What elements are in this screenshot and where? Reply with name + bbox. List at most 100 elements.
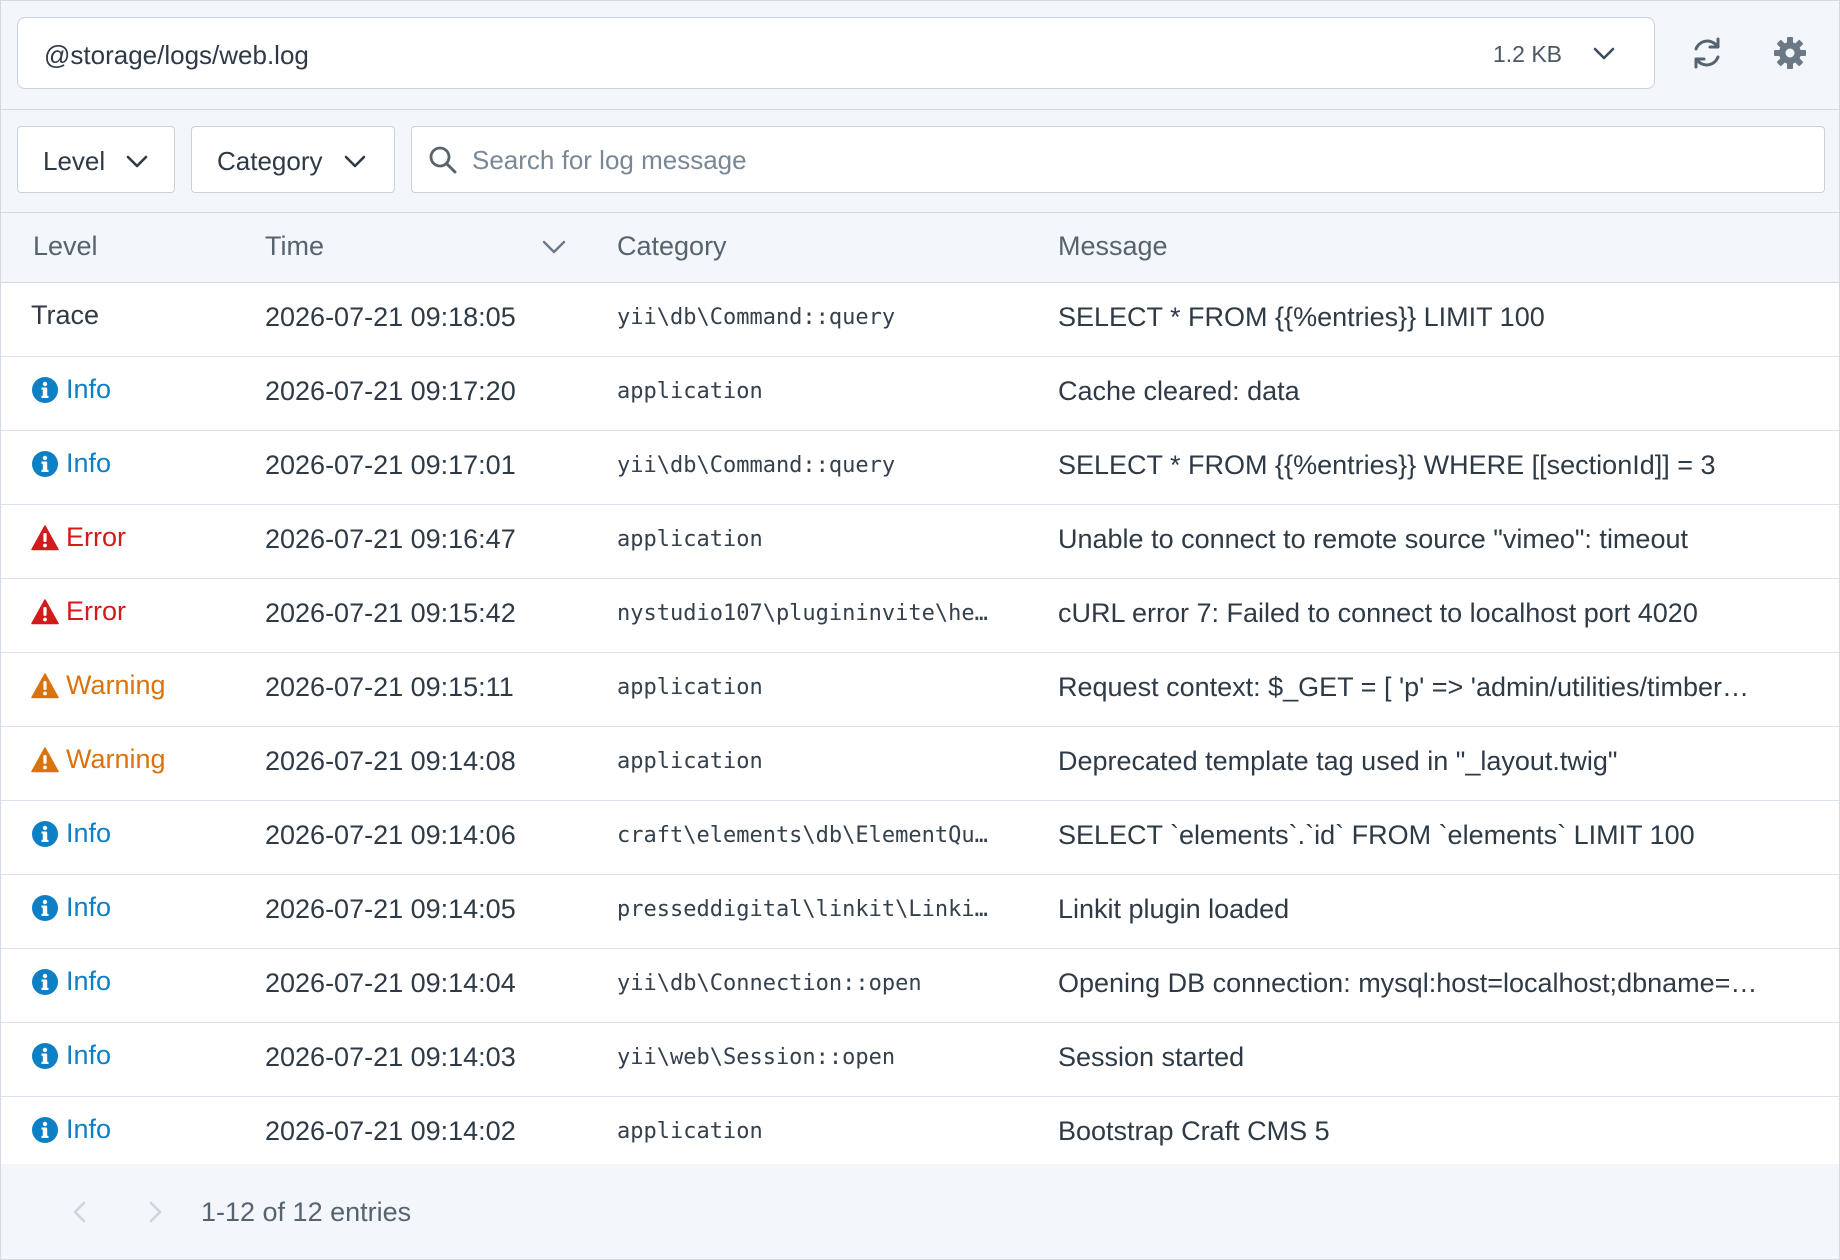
pagination-summary: 1-12 of 12 entries [201, 1197, 412, 1227]
message-cell: Request context: $_GET = [ 'p' => 'admin… [1058, 672, 1750, 702]
alert-triangle-icon [31, 746, 59, 774]
level-cell: Error [31, 596, 251, 627]
level-filter-label: Level [43, 146, 106, 176]
level-label: Error [66, 522, 126, 552]
search-icon [429, 146, 457, 174]
sort-descending-icon[interactable] [541, 238, 567, 256]
column-header-level[interactable]: Level [33, 231, 98, 262]
message-cell: Unable to connect to remote source "vime… [1058, 524, 1688, 554]
message-cell: SELECT * FROM {{%entries}} LIMIT 100 [1058, 302, 1545, 332]
table-row[interactable]: Error 2026-07-21 09:16:47 application Unabl… [1, 505, 1839, 579]
info-icon [31, 894, 59, 922]
level-filter-dropdown[interactable]: Level [17, 126, 175, 193]
table-row[interactable]: Info 2026-07-21 09:17:01 yii\db\Command::q… [1, 431, 1839, 505]
level-cell: Error [31, 522, 251, 553]
level-label: Info [66, 448, 112, 478]
chevron-down-icon [1593, 47, 1615, 60]
filter-bar: Level Category [1, 110, 1839, 213]
level-label: Info [66, 1114, 112, 1144]
info-icon [31, 968, 59, 996]
category-cell: yii\db\Command::query [617, 305, 896, 330]
category-cell: application [617, 379, 763, 404]
alert-triangle-icon [31, 672, 59, 700]
category-cell: craft\elements\db\ElementQu… [617, 823, 988, 848]
file-bar: @storage/logs/web.log 1.2 KB [1, 1, 1839, 110]
refresh-icon[interactable] [1689, 35, 1725, 71]
search-box [411, 126, 1825, 193]
column-header-time[interactable]: Time [265, 231, 324, 262]
table-row[interactable]: Info 2026-07-21 09:14:02 application Bootst… [1, 1097, 1839, 1171]
info-icon [31, 1042, 59, 1070]
level-label: Info [66, 374, 112, 404]
time-cell: 2026-07-21 09:14:06 [265, 820, 516, 850]
table-row[interactable]: Warning 2026-07-21 09:15:11 application Req… [1, 653, 1839, 727]
category-cell: yii\web\Session::open [617, 1045, 896, 1070]
column-header-message[interactable]: Message [1058, 231, 1168, 262]
chevron-left-icon[interactable] [69, 1200, 91, 1224]
level-label: Warning [66, 744, 166, 774]
log-file-select[interactable]: @storage/logs/web.log 1.2 KB [17, 17, 1655, 89]
level-label: Info [66, 818, 112, 848]
level-cell: Trace [31, 300, 251, 331]
level-cell: Info [31, 966, 251, 997]
level-label: Info [66, 892, 112, 922]
chevron-down-icon [126, 155, 148, 168]
time-cell: 2026-07-21 09:14:02 [265, 1116, 516, 1146]
category-cell: nystudio107\plugininvite\he… [617, 601, 988, 626]
message-cell: cURL error 7: Failed to connect to local… [1058, 598, 1698, 628]
table-row[interactable]: Info 2026-07-21 09:17:20 application Cache … [1, 357, 1839, 431]
log-table: Level Time Category Message Trace 2026-07… [1, 213, 1839, 1171]
message-cell: Linkit plugin loaded [1058, 894, 1290, 924]
gear-icon[interactable] [1772, 35, 1808, 71]
message-cell: Deprecated template tag used in "_layout… [1058, 746, 1618, 776]
time-cell: 2026-07-21 09:16:47 [265, 524, 516, 554]
table-row[interactable]: Info 2026-07-21 09:14:04 yii\db\Connection… [1, 949, 1839, 1023]
time-cell: 2026-07-21 09:18:05 [265, 302, 516, 332]
message-cell: Opening DB connection: mysql:host=localh… [1058, 968, 1758, 998]
alert-triangle-icon [31, 598, 59, 626]
time-cell: 2026-07-21 09:14:03 [265, 1042, 516, 1072]
table-body: Trace 2026-07-21 09:18:05 yii\db\Command::… [1, 283, 1839, 1171]
message-cell: Bootstrap Craft CMS 5 [1058, 1116, 1330, 1146]
level-cell: Info [31, 1040, 251, 1071]
info-icon [31, 450, 59, 478]
time-cell: 2026-07-21 09:14:04 [265, 968, 516, 998]
table-row[interactable]: Info 2026-07-21 09:14:06 craft\elements\db… [1, 801, 1839, 875]
level-label: Trace [31, 300, 100, 330]
category-cell: application [617, 527, 763, 552]
category-cell: application [617, 675, 763, 700]
category-cell: presseddigital\linkit\Linki… [617, 897, 988, 922]
level-cell: Info [31, 1114, 251, 1145]
table-row[interactable]: Warning 2026-07-21 09:14:08 application Dep… [1, 727, 1839, 801]
level-cell: Info [31, 818, 251, 849]
category-cell: application [617, 1119, 763, 1144]
pagination-bar: 1-12 of 12 entries [1, 1164, 1839, 1259]
level-label: Info [66, 966, 112, 996]
message-cell: Cache cleared: data [1058, 376, 1300, 406]
time-cell: 2026-07-21 09:17:20 [265, 376, 516, 406]
table-row[interactable]: Trace 2026-07-21 09:18:05 yii\db\Command::… [1, 283, 1839, 357]
time-cell: 2026-07-21 09:14:05 [265, 894, 516, 924]
info-icon [31, 820, 59, 848]
message-cell: SELECT `elements`.`id` FROM `elements` L… [1058, 820, 1695, 850]
table-row[interactable]: Info 2026-07-21 09:14:05 presseddigital\li… [1, 875, 1839, 949]
column-header-category[interactable]: Category [617, 231, 727, 262]
info-icon [31, 376, 59, 404]
level-label: Warning [66, 670, 166, 700]
level-cell: Warning [31, 670, 251, 701]
log-file-size: 1.2 KB [1492, 41, 1562, 67]
category-cell: yii\db\Command::query [617, 453, 896, 478]
log-viewer: @storage/logs/web.log 1.2 KB Level Categ… [0, 0, 1840, 1260]
table-row[interactable]: Info 2026-07-21 09:14:03 yii\web\Session::… [1, 1023, 1839, 1097]
chevron-right-icon[interactable] [144, 1200, 166, 1224]
time-cell: 2026-07-21 09:15:11 [265, 672, 514, 702]
table-row[interactable]: Error 2026-07-21 09:15:42 nystudio107\plug… [1, 579, 1839, 653]
category-filter-label: Category [217, 146, 323, 176]
message-cell: SELECT * FROM {{%entries}} WHERE [[secti… [1058, 450, 1716, 480]
level-label: Info [66, 1040, 112, 1070]
alert-triangle-icon [31, 524, 59, 552]
category-filter-dropdown[interactable]: Category [191, 126, 395, 193]
search-input[interactable] [470, 137, 1794, 183]
level-cell: Info [31, 892, 251, 923]
time-cell: 2026-07-21 09:15:42 [265, 598, 516, 628]
